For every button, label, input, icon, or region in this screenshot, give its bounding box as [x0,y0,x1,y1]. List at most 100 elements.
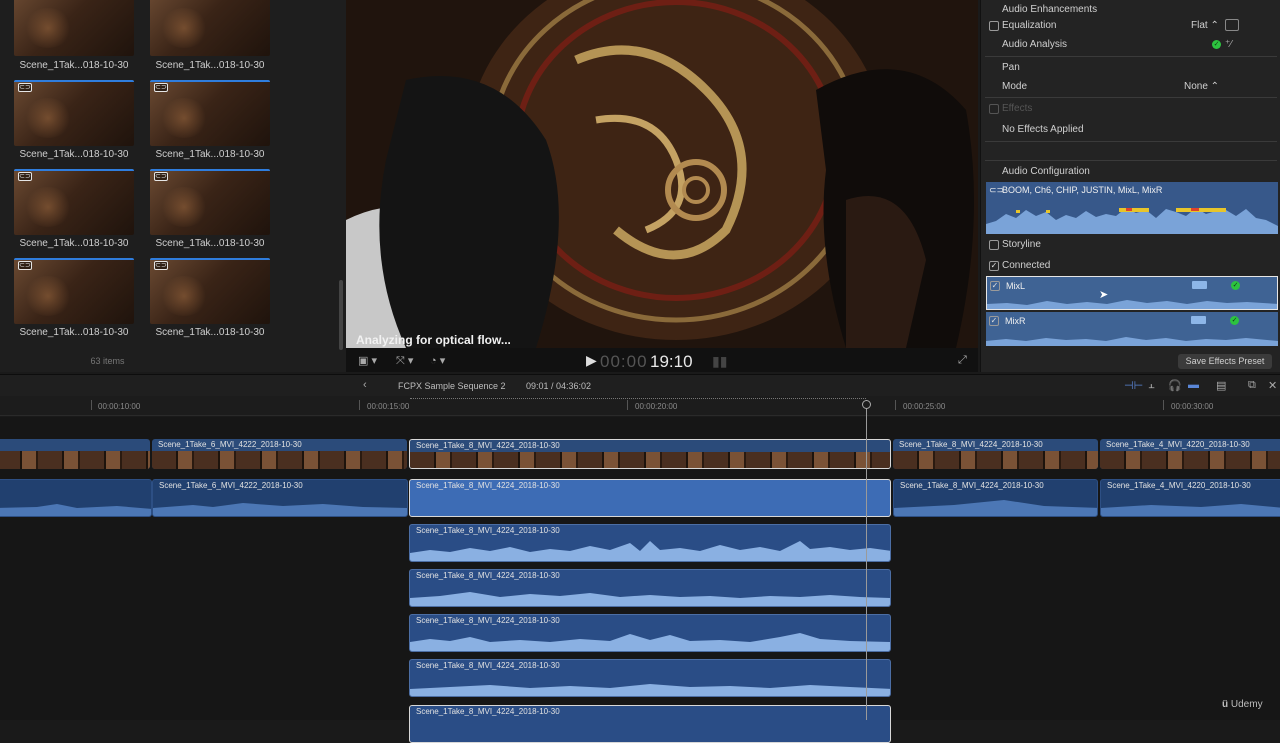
equalization-checkbox[interactable] [989,21,999,31]
effects-label: Effects [1002,103,1033,114]
audio-clip-waveform [0,504,151,516]
link-icon: ⊂⊃ [18,172,32,181]
audio-component-clip[interactable]: Scene_1Take_8_MVI_4224_2018-10-30 [409,614,891,652]
pan-header: Pan [1002,62,1020,73]
mixr-check-icon: ✓ [1230,316,1239,325]
play-icon[interactable]: ▶ [586,352,597,369]
clip-thumbnail[interactable] [150,0,270,56]
clip-thumbnail-label: Scene_1Tak...018-10-30 [19,327,129,338]
audio-configuration-header: Audio Configuration [1002,166,1090,177]
video-clip[interactable]: Scene_1Take_8_MVI_4224_2018-10-30 [893,439,1098,469]
clip-thumbnail[interactable]: ⊂⊃ [14,80,134,146]
playhead-handle[interactable] [862,400,871,409]
save-effects-preset-button[interactable]: Save Effects Preset [1178,354,1272,369]
equalization-popup[interactable]: Flat ⌃ [1191,20,1219,31]
audio-clip[interactable]: Scene_1Take_4_MVI_4220_2018-10-30 [1100,479,1280,517]
audio-component-name: Scene_1Take_8_MVI_4224_2018-10-30 [416,616,560,625]
browser-scrollbar[interactable] [339,280,343,350]
clip-thumbnail[interactable] [14,0,134,56]
audio-component-waveform [410,592,890,606]
udemy-logo-icon: ü [1222,699,1229,710]
timecode-separator: ▮▮ [712,353,728,369]
audio-component-name: Scene_1Take_8_MVI_4224_2018-10-30 [416,571,560,580]
audio-clip[interactable]: Scene_1Take_8_MVI_4224_2018-10-30 [893,479,1098,517]
audio-enhancements-header: Audio Enhancements [1002,4,1098,15]
pan-mode-popup[interactable]: None ⌃ [1184,81,1219,92]
audio-clip-waveform [1101,504,1280,516]
close-icon[interactable]: ✕ [1268,379,1277,392]
video-clip[interactable] [0,439,150,469]
connected-checkbox[interactable]: ✓ [989,261,999,271]
items-count: 63 items [90,356,125,366]
view-options-icon[interactable]: ▣ ▾ [358,354,377,367]
snapping-icon[interactable]: ▬ [1188,379,1199,391]
browser-panel: Scene_1Tak...018-10-30 Scene_1Tak...018-… [0,0,346,372]
audio-component-mixl[interactable]: ✓ MixL ✓ ➤ [986,276,1278,310]
speed-icon[interactable]: ◔ ▾ [430,354,445,367]
back-icon[interactable]: ‹ [363,379,367,391]
mixr-checkbox[interactable]: ✓ [989,316,999,326]
role-tag-icon[interactable] [1191,316,1206,324]
clip-thumbnail[interactable]: ⊂⊃ [14,258,134,324]
audio-clip[interactable]: Scene_1Take_6_MVI_4222_2018-10-30 [152,479,408,517]
clip-thumbnail[interactable]: ⊂⊃ [150,80,270,146]
connected-label: Connected [1002,260,1051,271]
audio-analysis-label: Audio Analysis [1002,39,1068,50]
effects-checkbox[interactable] [989,104,999,114]
clip-thumbnail[interactable]: ⊂⊃ [150,258,270,324]
audio-component-clip[interactable]: Scene_1Take_8_MVI_4224_2018-10-30 [409,705,891,743]
headphones-icon[interactable]: 🎧 [1168,379,1182,392]
timecode-leading: 00:00 [600,352,648,371]
mode-label: Mode [1002,81,1028,92]
audio-component-mixr[interactable]: ✓ MixR ✓ [986,312,1278,346]
video-clip[interactable]: Scene_1Take_8_MVI_4224_2018-10-30 [409,439,891,469]
magic-wand-icon[interactable]: ⁺⁄ [1225,39,1232,50]
link-icon: ⊂⊃ [18,261,32,270]
audio-component-clip[interactable]: Scene_1Take_8_MVI_4224_2018-10-30 [409,569,891,607]
timeline-ruler[interactable]: 00:00:10:00 00:00:15:00 00:00:20:00 00:0… [0,396,1280,416]
role-tag-icon[interactable] [1192,281,1207,289]
transform-tools-icon[interactable]: ⤧ ▾ [396,354,413,368]
audio-clip[interactable]: Scene_1Take_8_MVI_4224_2018-10-30 [409,479,891,517]
audio-component-waveform [410,684,890,696]
video-clip-name: Scene_1Take_6_MVI_4222_2018-10-30 [158,440,302,449]
video-frame-image [346,0,978,348]
fullscreen-icon[interactable]: ⤢ [958,354,967,367]
playhead[interactable] [866,400,867,720]
viewer-timecode[interactable]: 19:10 [650,352,693,372]
audio-clip-waveform [153,503,407,516]
range-indicator [410,398,866,399]
audio-clip-waveform [894,500,1097,516]
skimming-icon[interactable]: ⊣⊢ [1124,379,1143,392]
audio-component-name: Scene_1Take_8_MVI_4224_2018-10-30 [416,661,560,670]
timeline-index-icon[interactable]: ⧉ [1248,379,1256,392]
video-clip[interactable]: Scene_1Take_4_MVI_4220_2018-10-30 [1100,439,1280,469]
link-icon: ⊂⊃ [154,83,168,92]
audio-skimming-icon[interactable]: ⫠ [1148,379,1155,392]
clip-thumbnail-label: Scene_1Tak...018-10-30 [155,327,265,338]
clip-thumbnail[interactable]: ⊂⊃ [150,169,270,235]
audio-waveform [986,208,1278,234]
video-clip-name: Scene_1Take_8_MVI_4224_2018-10-30 [416,441,560,450]
clip-appearance-icon[interactable]: ▤ [1216,379,1226,392]
audio-component-name: Scene_1Take_8_MVI_4224_2018-10-30 [416,526,560,535]
analysis-check-icon: ✓ [1212,40,1221,49]
equalization-label: Equalization [1002,20,1057,31]
mixl-checkbox[interactable]: ✓ [990,281,1000,291]
video-clip-name: Scene_1Take_8_MVI_4224_2018-10-30 [899,440,1043,449]
audio-clip[interactable] [0,479,152,517]
ruler-label: 00:00:25:00 [903,402,946,411]
clip-thumbnail-label: Scene_1Tak...018-10-30 [155,238,265,249]
audio-component-waveform [410,633,890,651]
storyline-checkbox[interactable] [989,240,999,250]
video-clip[interactable]: Scene_1Take_6_MVI_4222_2018-10-30 [152,439,407,469]
audio-component-clip[interactable]: Scene_1Take_8_MVI_4224_2018-10-30 [409,524,891,562]
audio-component-all[interactable]: ⊂⊃ BOOM, Ch6, CHIP, JUSTIN, MixL, MixR [986,182,1278,234]
mixl-label: MixL [1006,281,1026,291]
eq-graph-icon[interactable] [1225,19,1239,31]
timeline-body[interactable]: Scene_1Take_6_MVI_4222_2018-10-30 Scene_… [0,417,1280,743]
link-icon: ⊂⊃ [154,261,168,270]
audio-component-clip[interactable]: Scene_1Take_8_MVI_4224_2018-10-30 [409,659,891,697]
link-icon: ⊂⊃ [18,83,32,92]
clip-thumbnail[interactable]: ⊂⊃ [14,169,134,235]
